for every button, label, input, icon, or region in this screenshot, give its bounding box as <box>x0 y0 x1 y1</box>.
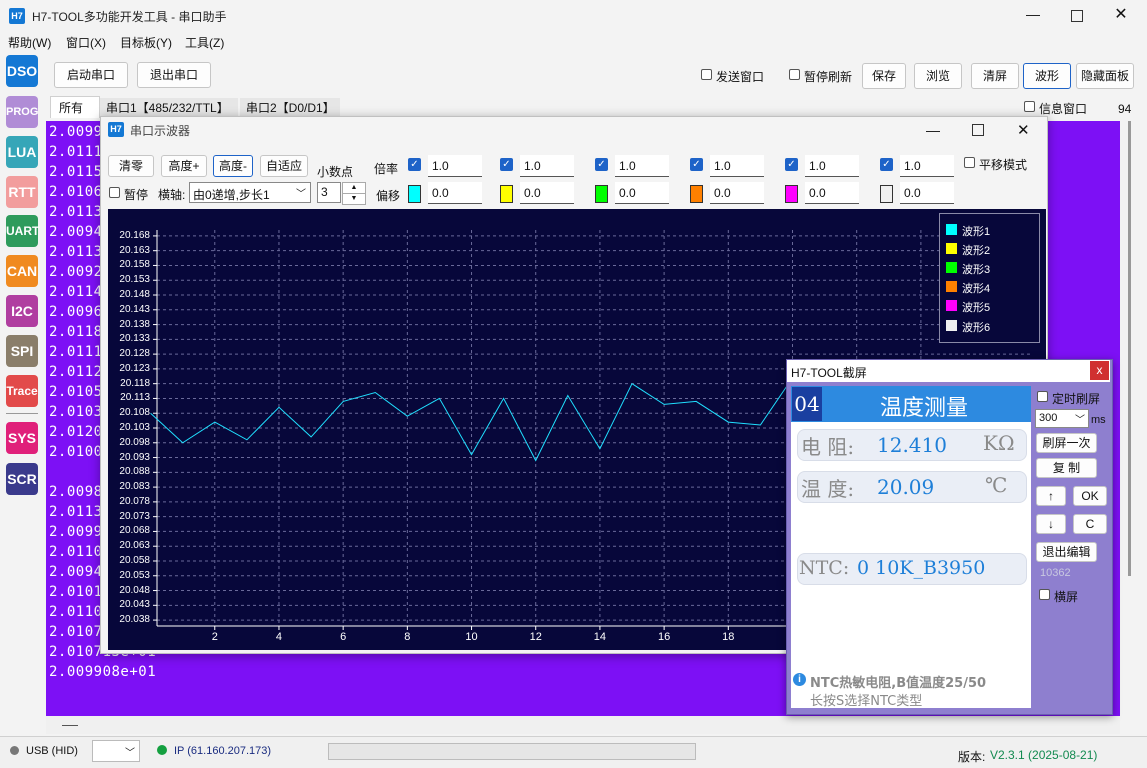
legend-swatch <box>946 243 957 254</box>
ip-status: IP (61.160.207.173) <box>174 745 272 757</box>
lcd-footer-line2: 长按S选择NTC类型 <box>810 694 923 709</box>
legend-item: 波形4 <box>962 283 991 295</box>
x-tick-label: 14 <box>593 631 607 643</box>
y-tick-label: 20.063 <box>119 540 150 552</box>
lcd-page-number: 04 <box>792 387 822 421</box>
frame-counter: 10362 <box>1040 567 1071 579</box>
legend-swatch <box>946 300 957 311</box>
resistance-label: 电 阻: <box>801 435 855 459</box>
capture-close-icon[interactable]: x <box>1090 361 1109 380</box>
legend-swatch <box>946 224 957 235</box>
x-tick-label: 2 <box>211 631 218 643</box>
interval-select[interactable]: 300 ﹀ <box>1035 409 1089 428</box>
c-button[interactable]: C <box>1073 514 1107 534</box>
device-select[interactable]: ﹀ <box>92 740 140 762</box>
legend-item: 波形6 <box>962 322 991 334</box>
x-tick-label: 4 <box>275 631 283 643</box>
y-tick-label: 20.168 <box>119 229 150 241</box>
progress-bar <box>328 743 696 760</box>
resistance-value: 12.410 <box>877 433 947 457</box>
timer-refresh-label: 定时刷屏 <box>1052 392 1101 406</box>
y-tick-label: 20.088 <box>119 466 150 478</box>
info-icon: i <box>793 673 806 686</box>
legend-item: 波形1 <box>962 226 991 238</box>
exit-edit-button[interactable]: 退出编辑 <box>1036 542 1097 562</box>
legend-item: 波形3 <box>962 264 991 276</box>
y-tick-label: 20.058 <box>119 554 150 566</box>
y-tick-label: 20.133 <box>119 333 150 345</box>
ntc-value: 0 10K_B3950 <box>857 557 986 579</box>
up-button[interactable]: ↑ <box>1036 486 1066 506</box>
temperature-unit: ℃ <box>985 473 1008 497</box>
y-tick-label: 20.038 <box>119 614 150 626</box>
chevron-down-icon: ﹀ <box>1075 415 1085 426</box>
y-tick-label: 20.078 <box>119 495 150 507</box>
temperature-value: 20.09 <box>877 475 935 499</box>
y-tick-label: 20.093 <box>119 451 150 463</box>
x-tick-label: 16 <box>657 631 671 643</box>
y-tick-label: 20.158 <box>119 259 150 271</box>
usb-status-dot <box>10 746 19 755</box>
x-tick-label: 12 <box>529 631 542 643</box>
ntc-label: NTC: <box>799 557 850 579</box>
down-button[interactable]: ↓ <box>1036 514 1066 534</box>
y-tick-label: 20.138 <box>119 318 150 330</box>
resistance-unit: KΩ <box>983 431 1015 455</box>
version-value: V2.3.1 (2025-08-21) <box>990 748 1098 762</box>
legend-swatch <box>946 320 957 331</box>
legend-swatch <box>946 281 957 292</box>
capture-title: H7-TOOL截屏 <box>791 366 867 380</box>
y-tick-label: 20.113 <box>120 392 150 404</box>
y-tick-label: 20.108 <box>119 407 150 419</box>
landscape-label: 横屏 <box>1054 590 1079 604</box>
copy-button[interactable]: 复 制 <box>1036 458 1097 478</box>
y-tick-label: 20.103 <box>119 422 150 433</box>
x-tick-label: 18 <box>722 631 735 643</box>
ip-status-dot <box>157 745 167 755</box>
legend-item: 波形2 <box>962 245 991 257</box>
lcd-heading: 温度测量 <box>880 396 969 421</box>
y-tick-label: 20.118 <box>120 377 150 389</box>
y-tick-label: 20.143 <box>119 303 150 315</box>
y-tick-label: 20.163 <box>119 244 150 256</box>
temperature-label: 温 度: <box>801 477 855 501</box>
y-tick-label: 20.153 <box>119 274 150 286</box>
y-tick-label: 20.083 <box>119 481 150 493</box>
y-tick-label: 20.123 <box>119 362 150 374</box>
refresh-once-button[interactable]: 刷屏一次 <box>1036 433 1097 453</box>
timer-refresh-checkbox[interactable] <box>1037 391 1048 402</box>
version-label: 版本: <box>958 750 986 764</box>
y-tick-label: 20.048 <box>119 584 150 596</box>
legend-item: 波形5 <box>962 302 991 314</box>
y-tick-label: 20.053 <box>119 569 150 581</box>
x-tick-label: 8 <box>404 631 411 643</box>
interval-unit: ms <box>1091 414 1106 426</box>
x-tick-label: 10 <box>465 631 478 643</box>
chevron-down-icon: ﹀ <box>125 748 135 759</box>
y-tick-label: 20.073 <box>119 510 150 522</box>
y-tick-label: 20.128 <box>119 348 150 360</box>
usb-status: USB (HID) <box>26 745 78 757</box>
lcd-footer-line1: NTC热敏电阻,B值温度25/50 <box>810 676 987 691</box>
y-tick-label: 20.068 <box>119 525 150 537</box>
interval-value: 300 <box>1039 412 1058 424</box>
landscape-checkbox[interactable] <box>1039 589 1050 600</box>
y-tick-label: 20.148 <box>119 289 150 300</box>
legend-swatch <box>946 262 957 273</box>
ok-button[interactable]: OK <box>1073 486 1107 506</box>
y-tick-label: 20.098 <box>119 436 150 448</box>
x-tick-label: 6 <box>340 631 347 643</box>
y-tick-label: 20.043 <box>119 599 150 611</box>
